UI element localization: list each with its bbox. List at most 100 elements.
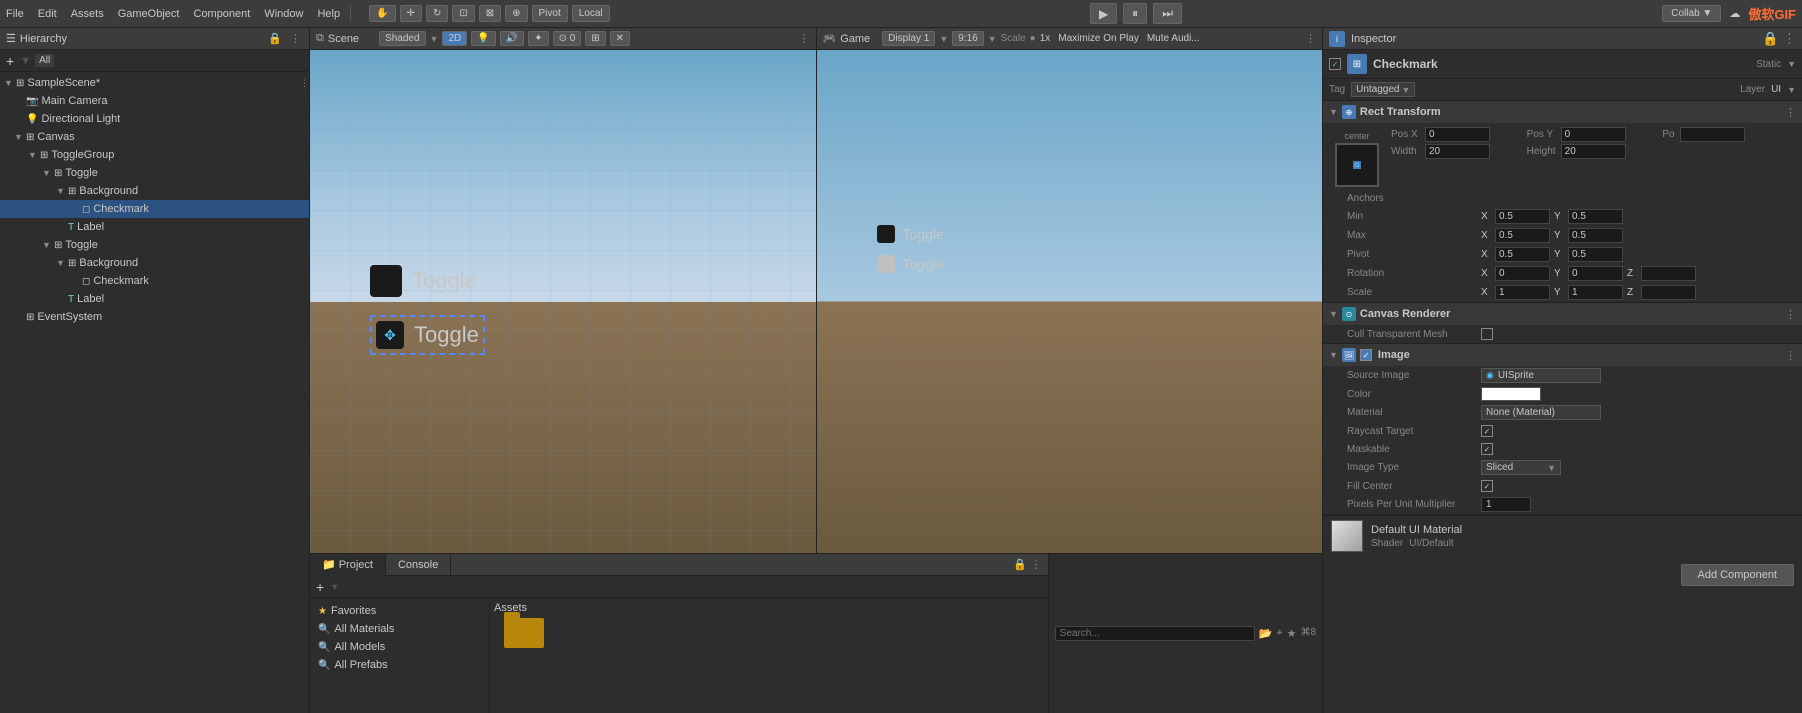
inspector-more-btn[interactable]: ⋮ bbox=[1783, 31, 1796, 47]
shaded-arrow[interactable]: ▼ bbox=[430, 34, 439, 44]
raycast-checkbox[interactable]: ✓ bbox=[1481, 425, 1493, 437]
rot-x-input[interactable] bbox=[1495, 266, 1550, 281]
toolbar-btn-hand[interactable]: ✋ bbox=[369, 5, 395, 22]
image-type-dropdown[interactable]: Sliced ▼ bbox=[1481, 460, 1561, 475]
hierarchy-lock-btn[interactable]: 🔒 bbox=[266, 32, 284, 45]
hierarchy-item-samplescene[interactable]: ▼ ⊞ SampleScene* ⋮ bbox=[0, 74, 309, 92]
hierarchy-add-button[interactable]: + bbox=[4, 53, 16, 69]
menu-window[interactable]: Window bbox=[264, 8, 303, 20]
menu-file[interactable]: File bbox=[6, 8, 24, 20]
mode-2d-btn[interactable]: 2D bbox=[442, 31, 467, 46]
hierarchy-item-canvas[interactable]: ▼ ⊞ Canvas bbox=[0, 128, 309, 146]
hierarchy-item-maincamera[interactable]: 📷 Main Camera bbox=[0, 92, 309, 110]
hierarchy-more-btn[interactable]: ⋮ bbox=[288, 32, 303, 45]
color-value[interactable] bbox=[1481, 387, 1541, 401]
hierarchy-item-eventsystem[interactable]: ⊞ EventSystem bbox=[0, 308, 309, 326]
hierarchy-tab[interactable]: ☰ Hierarchy bbox=[6, 32, 67, 45]
bottom-btn1[interactable]: 📂 bbox=[1259, 627, 1273, 640]
anchor-max-x-input[interactable] bbox=[1495, 228, 1550, 243]
project-add-arrow[interactable]: ▼ bbox=[330, 582, 339, 592]
game-panel-menu[interactable]: ⋮ bbox=[1305, 32, 1316, 45]
scene-light-btn[interactable]: 💡 bbox=[471, 31, 495, 46]
fav-all-prefabs[interactable]: 🔍 All Prefabs bbox=[314, 656, 485, 674]
rect-transform-header[interactable]: ▼ ⊕ Rect Transform ⋮ bbox=[1323, 101, 1802, 123]
anchor-min-x-input[interactable] bbox=[1495, 209, 1550, 224]
pivot-y-input[interactable] bbox=[1568, 247, 1623, 262]
cull-checkbox[interactable] bbox=[1481, 328, 1493, 340]
rt-anchor-graphic[interactable]: center bbox=[1331, 131, 1383, 187]
anchor-min-y-input[interactable] bbox=[1568, 209, 1623, 224]
layer-arrow[interactable]: ▼ bbox=[1787, 85, 1796, 95]
collab-button[interactable]: Collab ▼ bbox=[1662, 5, 1721, 22]
asset-folder[interactable] bbox=[494, 618, 554, 648]
menu-gameobject[interactable]: GameObject bbox=[118, 8, 180, 20]
hierarchy-item-checkmark2[interactable]: ◻ Checkmark bbox=[0, 272, 309, 290]
scene-grid-btn[interactable]: ⊞ bbox=[585, 31, 605, 46]
console-tab[interactable]: Console bbox=[386, 554, 451, 576]
object-name[interactable]: Checkmark bbox=[1373, 57, 1438, 71]
img-menu[interactable]: ⋮ bbox=[1785, 349, 1796, 362]
menu-component[interactable]: Component bbox=[193, 8, 250, 20]
step-button[interactable]: ⏭ bbox=[1153, 3, 1182, 24]
scene-toggle1[interactable]: Toggle bbox=[370, 265, 477, 297]
add-component-button[interactable]: Add Component bbox=[1681, 564, 1795, 586]
rot-y-input[interactable] bbox=[1568, 266, 1623, 281]
pixels-input[interactable] bbox=[1481, 497, 1531, 512]
pos-y-input[interactable] bbox=[1561, 127, 1626, 142]
play-button[interactable]: ▶ bbox=[1090, 3, 1117, 24]
pos-x-input[interactable] bbox=[1425, 127, 1490, 142]
scale-y-input[interactable] bbox=[1568, 285, 1623, 300]
scene-settings-btn[interactable]: ⋮ bbox=[300, 78, 309, 89]
fav-all-models[interactable]: 🔍 All Models bbox=[314, 638, 485, 656]
source-image-value[interactable]: ◉ UISprite bbox=[1481, 368, 1601, 383]
toolbar-btn-rotate[interactable]: ↻ bbox=[426, 5, 448, 22]
canvas-renderer-header[interactable]: ▼ ⊙ Canvas Renderer ⋮ bbox=[1323, 303, 1802, 325]
mute-btn[interactable]: Mute Audi... bbox=[1147, 33, 1200, 44]
material-preview[interactable] bbox=[1331, 520, 1363, 552]
scene-tab[interactable]: ⧉ Scene bbox=[316, 32, 359, 45]
toolbar-btn-scale[interactable]: ⊡ bbox=[452, 5, 474, 22]
scene-panel-menu[interactable]: ⋮ bbox=[799, 32, 810, 45]
inspector-lock-btn[interactable]: 🔒 bbox=[1762, 31, 1779, 47]
pos-z-input[interactable] bbox=[1680, 127, 1745, 142]
scale-x-input[interactable] bbox=[1495, 285, 1550, 300]
aspect-btn[interactable]: 9:16 bbox=[952, 31, 983, 46]
project-more-btn[interactable]: ⋮ bbox=[1031, 558, 1042, 571]
cloud-icon[interactable]: ☁ bbox=[1729, 7, 1740, 20]
rt-menu[interactable]: ⋮ bbox=[1785, 106, 1796, 119]
display-btn[interactable]: Display 1 bbox=[882, 31, 935, 46]
menu-help[interactable]: Help bbox=[317, 8, 340, 20]
game-view[interactable]: Toggle Toggle bbox=[817, 50, 1323, 553]
tag-dropdown[interactable]: Untagged ▼ bbox=[1351, 82, 1415, 97]
scene-toggle2-selected[interactable]: ✥ Toggle bbox=[370, 315, 485, 355]
local-button[interactable]: Local bbox=[572, 5, 610, 22]
hierarchy-item-label1[interactable]: T Label bbox=[0, 218, 309, 236]
display-arrow[interactable]: ▼ bbox=[939, 34, 948, 44]
scene-view[interactable]: Toggle ✥ Toggle bbox=[310, 50, 816, 553]
hierarchy-item-background1[interactable]: ▼ ⊞ Background bbox=[0, 182, 309, 200]
cr-menu[interactable]: ⋮ bbox=[1785, 308, 1796, 321]
hierarchy-filter-all[interactable]: All bbox=[35, 54, 54, 67]
aspect-arrow[interactable]: ▼ bbox=[988, 34, 997, 44]
anchor-max-y-input[interactable] bbox=[1568, 228, 1623, 243]
img-enabled[interactable]: ✓ bbox=[1360, 349, 1372, 361]
bottom-btn2[interactable]: ⌖ bbox=[1276, 627, 1282, 640]
scale-z-input[interactable] bbox=[1641, 285, 1696, 300]
scene-audio-btn[interactable]: 🔊 bbox=[500, 31, 524, 46]
pivot-button[interactable]: Pivot bbox=[532, 5, 568, 22]
maskable-checkbox[interactable]: ✓ bbox=[1481, 443, 1493, 455]
project-tab[interactable]: 📁 Project bbox=[310, 554, 386, 576]
fill-center-checkbox[interactable]: ✓ bbox=[1481, 480, 1493, 492]
image-header[interactable]: ▼ 🖼 ✓ Image ⋮ bbox=[1323, 344, 1802, 366]
toolbar-btn-transform[interactable]: ⊕ bbox=[505, 5, 527, 22]
hierarchy-item-label2[interactable]: T Label bbox=[0, 290, 309, 308]
height-input[interactable] bbox=[1561, 144, 1626, 159]
bottom-search-input[interactable] bbox=[1055, 626, 1255, 641]
pivot-x-input[interactable] bbox=[1495, 247, 1550, 262]
game-tab[interactable]: 🎮 Game bbox=[823, 32, 871, 45]
rot-z-input[interactable] bbox=[1641, 266, 1696, 281]
object-enabled-checkbox[interactable]: ✓ bbox=[1329, 58, 1341, 70]
favorites-header[interactable]: ★ Favorites bbox=[314, 602, 485, 620]
maximize-btn[interactable]: Maximize On Play bbox=[1058, 33, 1139, 44]
hierarchy-item-checkmark1[interactable]: ◻ Checkmark bbox=[0, 200, 309, 218]
